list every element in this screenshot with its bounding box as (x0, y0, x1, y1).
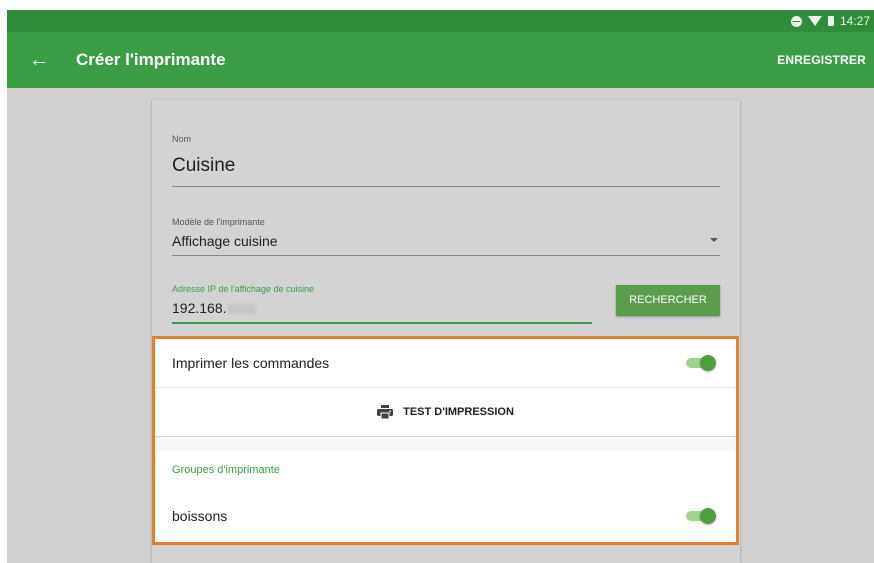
printer-group-label: boissons (172, 508, 228, 524)
print-orders-toggle[interactable] (686, 355, 716, 371)
toggle-thumb (700, 508, 716, 524)
print-orders-row[interactable]: Imprimer les commandes (155, 339, 736, 387)
ip-field-underline (172, 322, 592, 324)
ip-redacted-part (227, 304, 256, 315)
device-screen: 14:27 ← Créer l'imprimante ENREGISTRER N… (7, 10, 874, 563)
ip-address-value: 192.168. (172, 300, 227, 316)
status-bar: 14:27 (7, 10, 874, 32)
back-arrow-icon[interactable]: ← (27, 48, 51, 72)
wifi-icon (807, 16, 822, 26)
name-field[interactable]: Cuisine (172, 155, 235, 177)
search-button[interactable]: RECHERCHER (616, 285, 720, 316)
battery-icon (827, 16, 834, 26)
page-title: Créer l'imprimante (76, 50, 226, 69)
printer-group-row[interactable]: boissons (155, 489, 736, 542)
test-print-button[interactable]: TEST D'IMPRESSION (155, 387, 736, 437)
save-button[interactable]: ENREGISTRER (777, 53, 866, 67)
status-time: 14:27 (839, 14, 870, 28)
printer-icon (377, 405, 394, 419)
model-field-underline (172, 255, 720, 256)
ip-address-field[interactable]: 192.168. (172, 300, 256, 316)
dropdown-arrow-icon[interactable] (710, 238, 718, 242)
printer-group-toggle[interactable] (686, 508, 716, 524)
do-not-disturb-icon (790, 15, 802, 27)
highlighted-settings-section: Imprimer les commandes TEST D'IMPRESSION… (152, 336, 739, 545)
printer-groups-title: Groupes d'imprimante (172, 464, 280, 476)
ip-field-label: Adresse IP de l'affichage de cuisine (172, 284, 314, 294)
model-field-label: Modèle de l'imprimante (172, 217, 265, 227)
app-bar: ← Créer l'imprimante ENREGISTRER (7, 32, 874, 88)
toggle-thumb (700, 355, 716, 371)
status-icons: 14:27 (790, 14, 870, 28)
model-select[interactable]: Affichage cuisine (172, 233, 278, 249)
print-orders-label: Imprimer les commandes (172, 355, 330, 371)
printer-groups-header: Groupes d'imprimante (155, 451, 736, 489)
test-print-label: TEST D'IMPRESSION (403, 405, 514, 418)
name-field-underline (172, 186, 720, 187)
test-print-content: TEST D'IMPRESSION (155, 405, 736, 419)
name-field-label: Nom (172, 134, 192, 144)
